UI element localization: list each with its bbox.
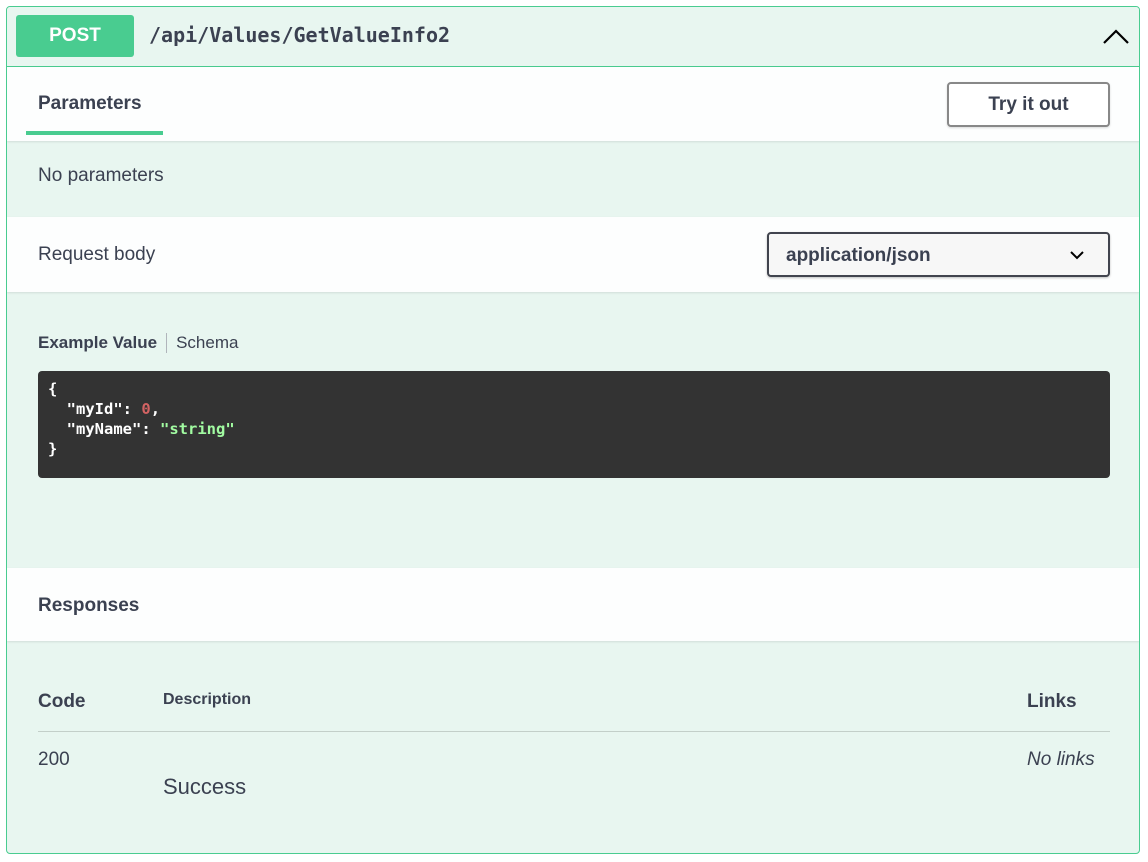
code-open-brace: {	[48, 380, 58, 398]
responses-header: Responses	[7, 568, 1139, 641]
chevron-up-icon[interactable]	[1101, 25, 1131, 49]
table-divider	[38, 731, 1110, 732]
no-parameters-text: No parameters	[38, 165, 164, 186]
request-body-header: Request body application/json	[7, 217, 1139, 292]
code-suffix: ,	[150, 400, 161, 418]
responses-title: Responses	[38, 595, 140, 616]
tab-active-indicator	[26, 131, 163, 135]
content-type-value: application/json	[786, 245, 931, 266]
code-value-string: "string"	[160, 420, 235, 438]
request-body-label: Request body	[38, 244, 156, 265]
response-description: Success	[163, 774, 247, 799]
try-it-out-button[interactable]: Try it out	[947, 82, 1110, 127]
column-header-code: Code	[38, 691, 86, 712]
response-code: 200	[38, 749, 70, 770]
operation-summary[interactable]: POST /api/Values/GetValueInfo2	[7, 7, 1139, 67]
column-header-description: Description	[163, 691, 252, 708]
parameters-header: Parameters Try it out	[7, 67, 1139, 141]
chevron-down-icon	[1070, 251, 1084, 260]
model-tabs: Example Value Schema	[38, 332, 238, 354]
tab-example-value[interactable]: Example Value	[38, 333, 168, 353]
tab-parameters[interactable]: Parameters	[38, 93, 142, 115]
example-value-code: { "myId": 0, "myName": "string" }	[38, 371, 1110, 478]
code-key: "myId"	[66, 400, 123, 418]
content-type-select[interactable]: application/json	[767, 232, 1110, 277]
response-links: No links	[1027, 749, 1095, 770]
endpoint-path: /api/Values/GetValueInfo2	[149, 23, 451, 47]
code-value-number: 0	[141, 400, 151, 418]
column-header-links: Links	[1027, 691, 1077, 712]
method-badge: POST	[16, 15, 134, 57]
code-close-brace: }	[48, 440, 58, 458]
operation-block: POST /api/Values/GetValueInfo2 Parameter…	[6, 6, 1140, 854]
tab-schema[interactable]: Schema	[167, 333, 238, 353]
code-key: "myName"	[66, 420, 142, 438]
